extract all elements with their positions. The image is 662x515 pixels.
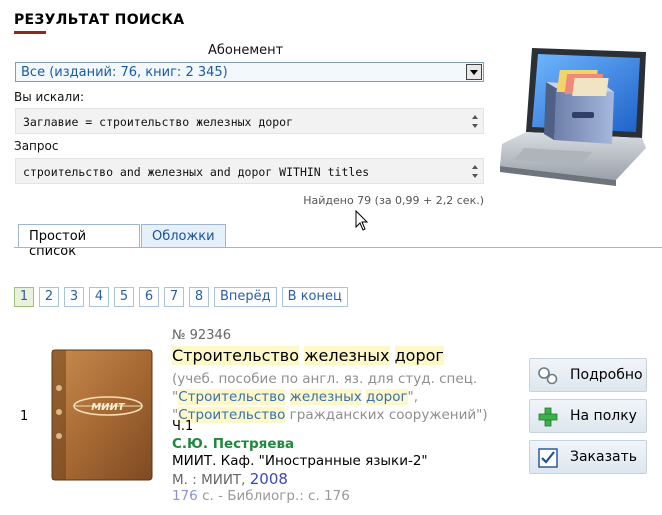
details-button[interactable]: Подробно (529, 358, 647, 392)
record-pages: 176 с. - Библиогр.: с. 176 (172, 488, 350, 504)
title-word: Строительство (172, 346, 299, 365)
title-underline (14, 31, 46, 34)
page-1-button[interactable]: 1 (14, 287, 34, 307)
record-description: (учеб. пособие по англ. яз. для студ. сп… (172, 370, 517, 424)
desc-highlight: дорог (366, 389, 408, 405)
chevron-down-icon[interactable] (466, 64, 482, 80)
desc-line-2: "Строительство железных дорог", (172, 389, 419, 405)
record-part: Ч.1 (172, 419, 194, 434)
page-title: РЕЗУЛЬТАТ ПОИСКА (14, 12, 185, 28)
next-page-button[interactable]: Вперёд (214, 287, 277, 307)
catalog-select[interactable]: Все (изданий: 76, книг: 2 345) (15, 62, 484, 82)
record-year: 2008 (249, 470, 288, 488)
you-searched-label: Вы искали: (14, 90, 85, 104)
record-author[interactable]: С.Ю. Пестряева (172, 436, 294, 452)
laptop-catalog-icon (500, 48, 646, 186)
result-index: 1 (20, 409, 29, 424)
desc-line-1: (учеб. пособие по англ. яз. для студ. сп… (172, 371, 478, 387)
page-5-button[interactable]: 5 (114, 287, 134, 307)
desc-highlight: Строительство (178, 389, 286, 405)
book-cover[interactable]: МИИТ (50, 348, 154, 482)
record-title-link[interactable]: Строительство железных дорог (172, 346, 444, 365)
query-value: строительство and железных and дорог WIT… (23, 165, 370, 179)
last-page-button[interactable]: В конец (281, 287, 348, 307)
tab-covers[interactable]: Обложки (141, 224, 226, 248)
mouse-cursor-icon (355, 210, 369, 231)
scroll-down-icon[interactable] (472, 124, 478, 128)
query-label: Запрос (14, 139, 59, 153)
order-button[interactable]: Заказать (529, 440, 647, 474)
title-word: железных (304, 346, 390, 365)
desc-highlight: железных (289, 389, 362, 405)
scroll-down-icon[interactable] (472, 174, 478, 178)
page-8-button[interactable]: 8 (189, 287, 209, 307)
catalog-label: Абонемент (208, 43, 284, 58)
tabs-divider (14, 247, 662, 248)
query-field[interactable]: строительство and железных and дорог WIT… (15, 158, 484, 184)
tab-simple-list[interactable]: Простой список (18, 224, 140, 259)
checkbox-checked-icon (538, 448, 558, 468)
magnifier-icon (538, 367, 558, 385)
plus-icon (538, 407, 558, 427)
cover-logo-text: МИИТ (91, 402, 126, 413)
page-7-button[interactable]: 7 (164, 287, 184, 307)
desc-line-3: "Строительство гражданских сооружений") (172, 407, 488, 423)
record-publisher: МИИТ. Каф. "Иностранные языки-2" (172, 453, 428, 469)
desc-highlight: Строительство (178, 407, 286, 423)
catalog-select-value: Все (изданий: 76, книг: 2 345) (21, 65, 228, 80)
pagination: 1 2 3 4 5 6 7 8 Вперёд В конец (14, 287, 348, 307)
scroll-up-icon[interactable] (472, 115, 478, 119)
title-word: дорог (394, 346, 444, 365)
you-searched-field[interactable]: Заглавие = строительство железных дорог (15, 108, 484, 134)
record-number: № 92346 (172, 328, 232, 343)
page-2-button[interactable]: 2 (39, 287, 59, 307)
page-3-button[interactable]: 3 (64, 287, 84, 307)
found-count: Найдено 79 (за 0,99 + 2,2 сек.) (303, 194, 484, 207)
scroll-up-icon[interactable] (472, 165, 478, 169)
page-6-button[interactable]: 6 (139, 287, 159, 307)
page-4-button[interactable]: 4 (89, 287, 109, 307)
you-searched-value: Заглавие = строительство железных дорог (23, 115, 294, 129)
add-to-shelf-button[interactable]: На полку (529, 399, 647, 433)
record-imprint: М. : МИИТ, 2008 (172, 470, 288, 488)
